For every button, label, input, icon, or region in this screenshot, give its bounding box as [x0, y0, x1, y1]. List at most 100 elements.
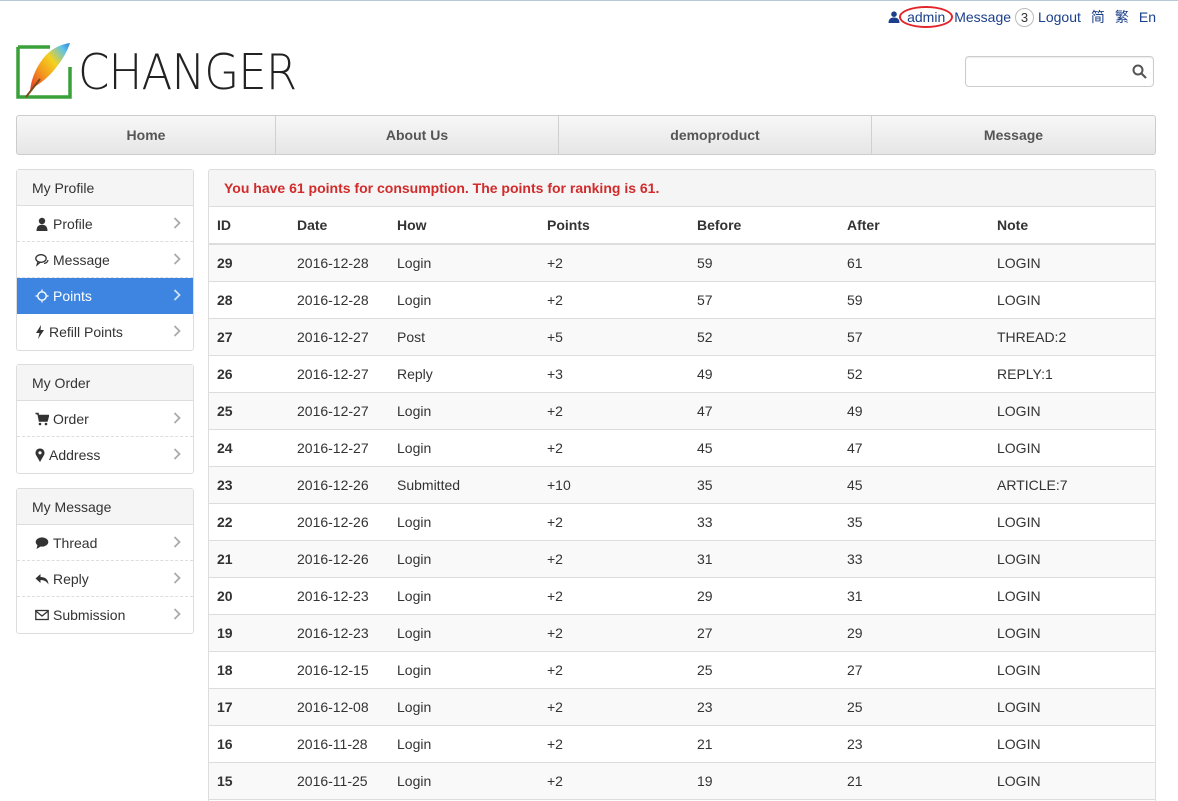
username-link[interactable]: admin — [899, 6, 954, 28]
sidebar-item-message[interactable]: Message — [17, 242, 193, 278]
table-cell: LOGIN — [989, 281, 1155, 319]
table-cell: 45 — [689, 429, 839, 467]
chevron-right-icon — [173, 217, 181, 229]
table-cell: +3 — [539, 355, 689, 393]
sidebar-item-thread[interactable]: Thread — [17, 525, 193, 561]
table-cell: +2 — [539, 503, 689, 541]
table-cell: 35 — [839, 503, 989, 541]
logout-link[interactable]: Logout — [1038, 9, 1081, 25]
column-header: How — [389, 207, 539, 245]
table-cell: 25 — [839, 688, 989, 726]
bolt-icon — [36, 325, 44, 339]
table-cell: 25 — [209, 392, 289, 430]
table-cell: +2 — [539, 244, 689, 282]
table-row: 21 2016-12-26 Login +2 31 33 LOGIN — [209, 540, 1155, 578]
table-cell: LOGIN — [989, 577, 1155, 615]
map-marker-icon — [35, 448, 45, 462]
sidebar-item-order[interactable]: Order — [17, 401, 193, 437]
sidebar-panel-profile: My Profile Profile Message Points Refill… — [16, 169, 194, 351]
lang-traditional-link[interactable]: 繁 — [1115, 7, 1129, 27]
table-cell: 18 — [209, 651, 289, 689]
table-cell: LOGIN — [989, 614, 1155, 652]
sidebar-item-label: Profile — [53, 215, 93, 232]
envelope-icon — [35, 609, 49, 621]
feather-logo-icon — [16, 43, 72, 99]
table-cell: 27 — [839, 651, 989, 689]
lang-english-link[interactable]: En — [1139, 9, 1156, 25]
sidebar-item-reply[interactable]: Reply — [17, 561, 193, 597]
sun-icon — [35, 289, 49, 302]
sidebar-item-address[interactable]: Address — [17, 437, 193, 473]
table-cell: 28 — [209, 281, 289, 319]
table-cell: 2016-12-28 — [289, 281, 389, 319]
table-cell: +2 — [539, 651, 689, 689]
table-cell: LOGIN — [989, 429, 1155, 467]
table-cell: 24 — [209, 429, 289, 467]
column-header: ID — [209, 207, 289, 245]
table-row: 19 2016-12-23 Login +2 27 29 LOGIN — [209, 614, 1155, 652]
table-cell: Login — [389, 429, 539, 467]
table-cell: 2016-12-08 — [289, 688, 389, 726]
table-cell: LOGIN — [989, 540, 1155, 578]
table-cell: Login — [389, 577, 539, 615]
table-cell: 22 — [209, 503, 289, 541]
table-cell: LOGIN — [989, 503, 1155, 541]
message-link[interactable]: Message — [954, 9, 1011, 25]
table-cell: Login — [389, 540, 539, 578]
chevron-right-icon — [173, 325, 181, 337]
nav-demoproduct[interactable]: demoproduct — [559, 116, 872, 154]
table-cell: 23 — [689, 688, 839, 726]
table-cell: 19 — [209, 614, 289, 652]
table-cell: +2 — [539, 614, 689, 652]
search-icon[interactable] — [1132, 64, 1147, 79]
site-logo[interactable]: CHANGER — [16, 41, 315, 99]
table-cell: Login — [389, 651, 539, 689]
column-header: Points — [539, 207, 689, 245]
table-cell: 33 — [839, 540, 989, 578]
sidebar-item-refill-points[interactable]: Refill Points — [17, 314, 193, 350]
table-cell: 2016-12-28 — [289, 244, 389, 282]
table-row: 28 2016-12-28 Login +2 57 59 LOGIN — [209, 281, 1155, 319]
table-cell: +2 — [539, 540, 689, 578]
nav-message[interactable]: Message — [872, 116, 1155, 154]
table-cell: 26 — [209, 355, 289, 393]
table-cell: +2 — [539, 281, 689, 319]
table-cell: 21 — [689, 725, 839, 763]
table-row: 26 2016-12-27 Reply +3 49 52 REPLY:1 — [209, 355, 1155, 393]
table-row: 22 2016-12-26 Login +2 33 35 LOGIN — [209, 503, 1155, 541]
table-cell: +2 — [539, 725, 689, 763]
table-row: 20 2016-12-23 Login +2 29 31 LOGIN — [209, 577, 1155, 615]
table-cell: +2 — [539, 762, 689, 800]
nav-home[interactable]: Home — [17, 116, 276, 154]
table-cell: THREAD:2 — [989, 318, 1155, 356]
search-input[interactable] — [966, 57, 1116, 86]
table-cell: 31 — [689, 540, 839, 578]
sidebar-item-profile[interactable]: Profile — [17, 206, 193, 242]
table-cell: 2016-12-23 — [289, 614, 389, 652]
sidebar-item-label: Submission — [53, 607, 126, 623]
lang-simplified-link[interactable]: 简 — [1091, 7, 1105, 27]
sidebar-item-label: Refill Points — [49, 324, 123, 340]
table-cell: LOGIN — [989, 725, 1155, 763]
table-cell: 2016-12-27 — [289, 429, 389, 467]
sidebar-item-submission[interactable]: Submission — [17, 597, 193, 633]
table-cell: 47 — [839, 429, 989, 467]
column-header: After — [839, 207, 989, 245]
sidebar-item-points[interactable]: Points — [17, 278, 193, 314]
table-cell: 2016-12-26 — [289, 466, 389, 504]
nav-about-us[interactable]: About Us — [276, 116, 559, 154]
table-cell: 27 — [209, 318, 289, 356]
top-user-bar: admin Message 3 Logout 简 繁 En — [888, 6, 1156, 28]
table-cell: LOGIN — [989, 244, 1155, 282]
table-cell: +2 — [539, 577, 689, 615]
chevron-right-icon — [173, 572, 181, 584]
table-cell: Post — [389, 318, 539, 356]
sidebar-item-label: Thread — [53, 534, 98, 551]
table-cell: 33 — [689, 503, 839, 541]
table-cell: +2 — [539, 688, 689, 726]
cart-icon — [35, 412, 49, 425]
search-box — [965, 56, 1154, 87]
sidebar-item-label: Order — [53, 410, 89, 427]
table-row: 23 2016-12-26 Submitted +10 35 45 ARTICLE:7 — [209, 466, 1155, 504]
message-count-badge[interactable]: 3 — [1015, 7, 1035, 27]
